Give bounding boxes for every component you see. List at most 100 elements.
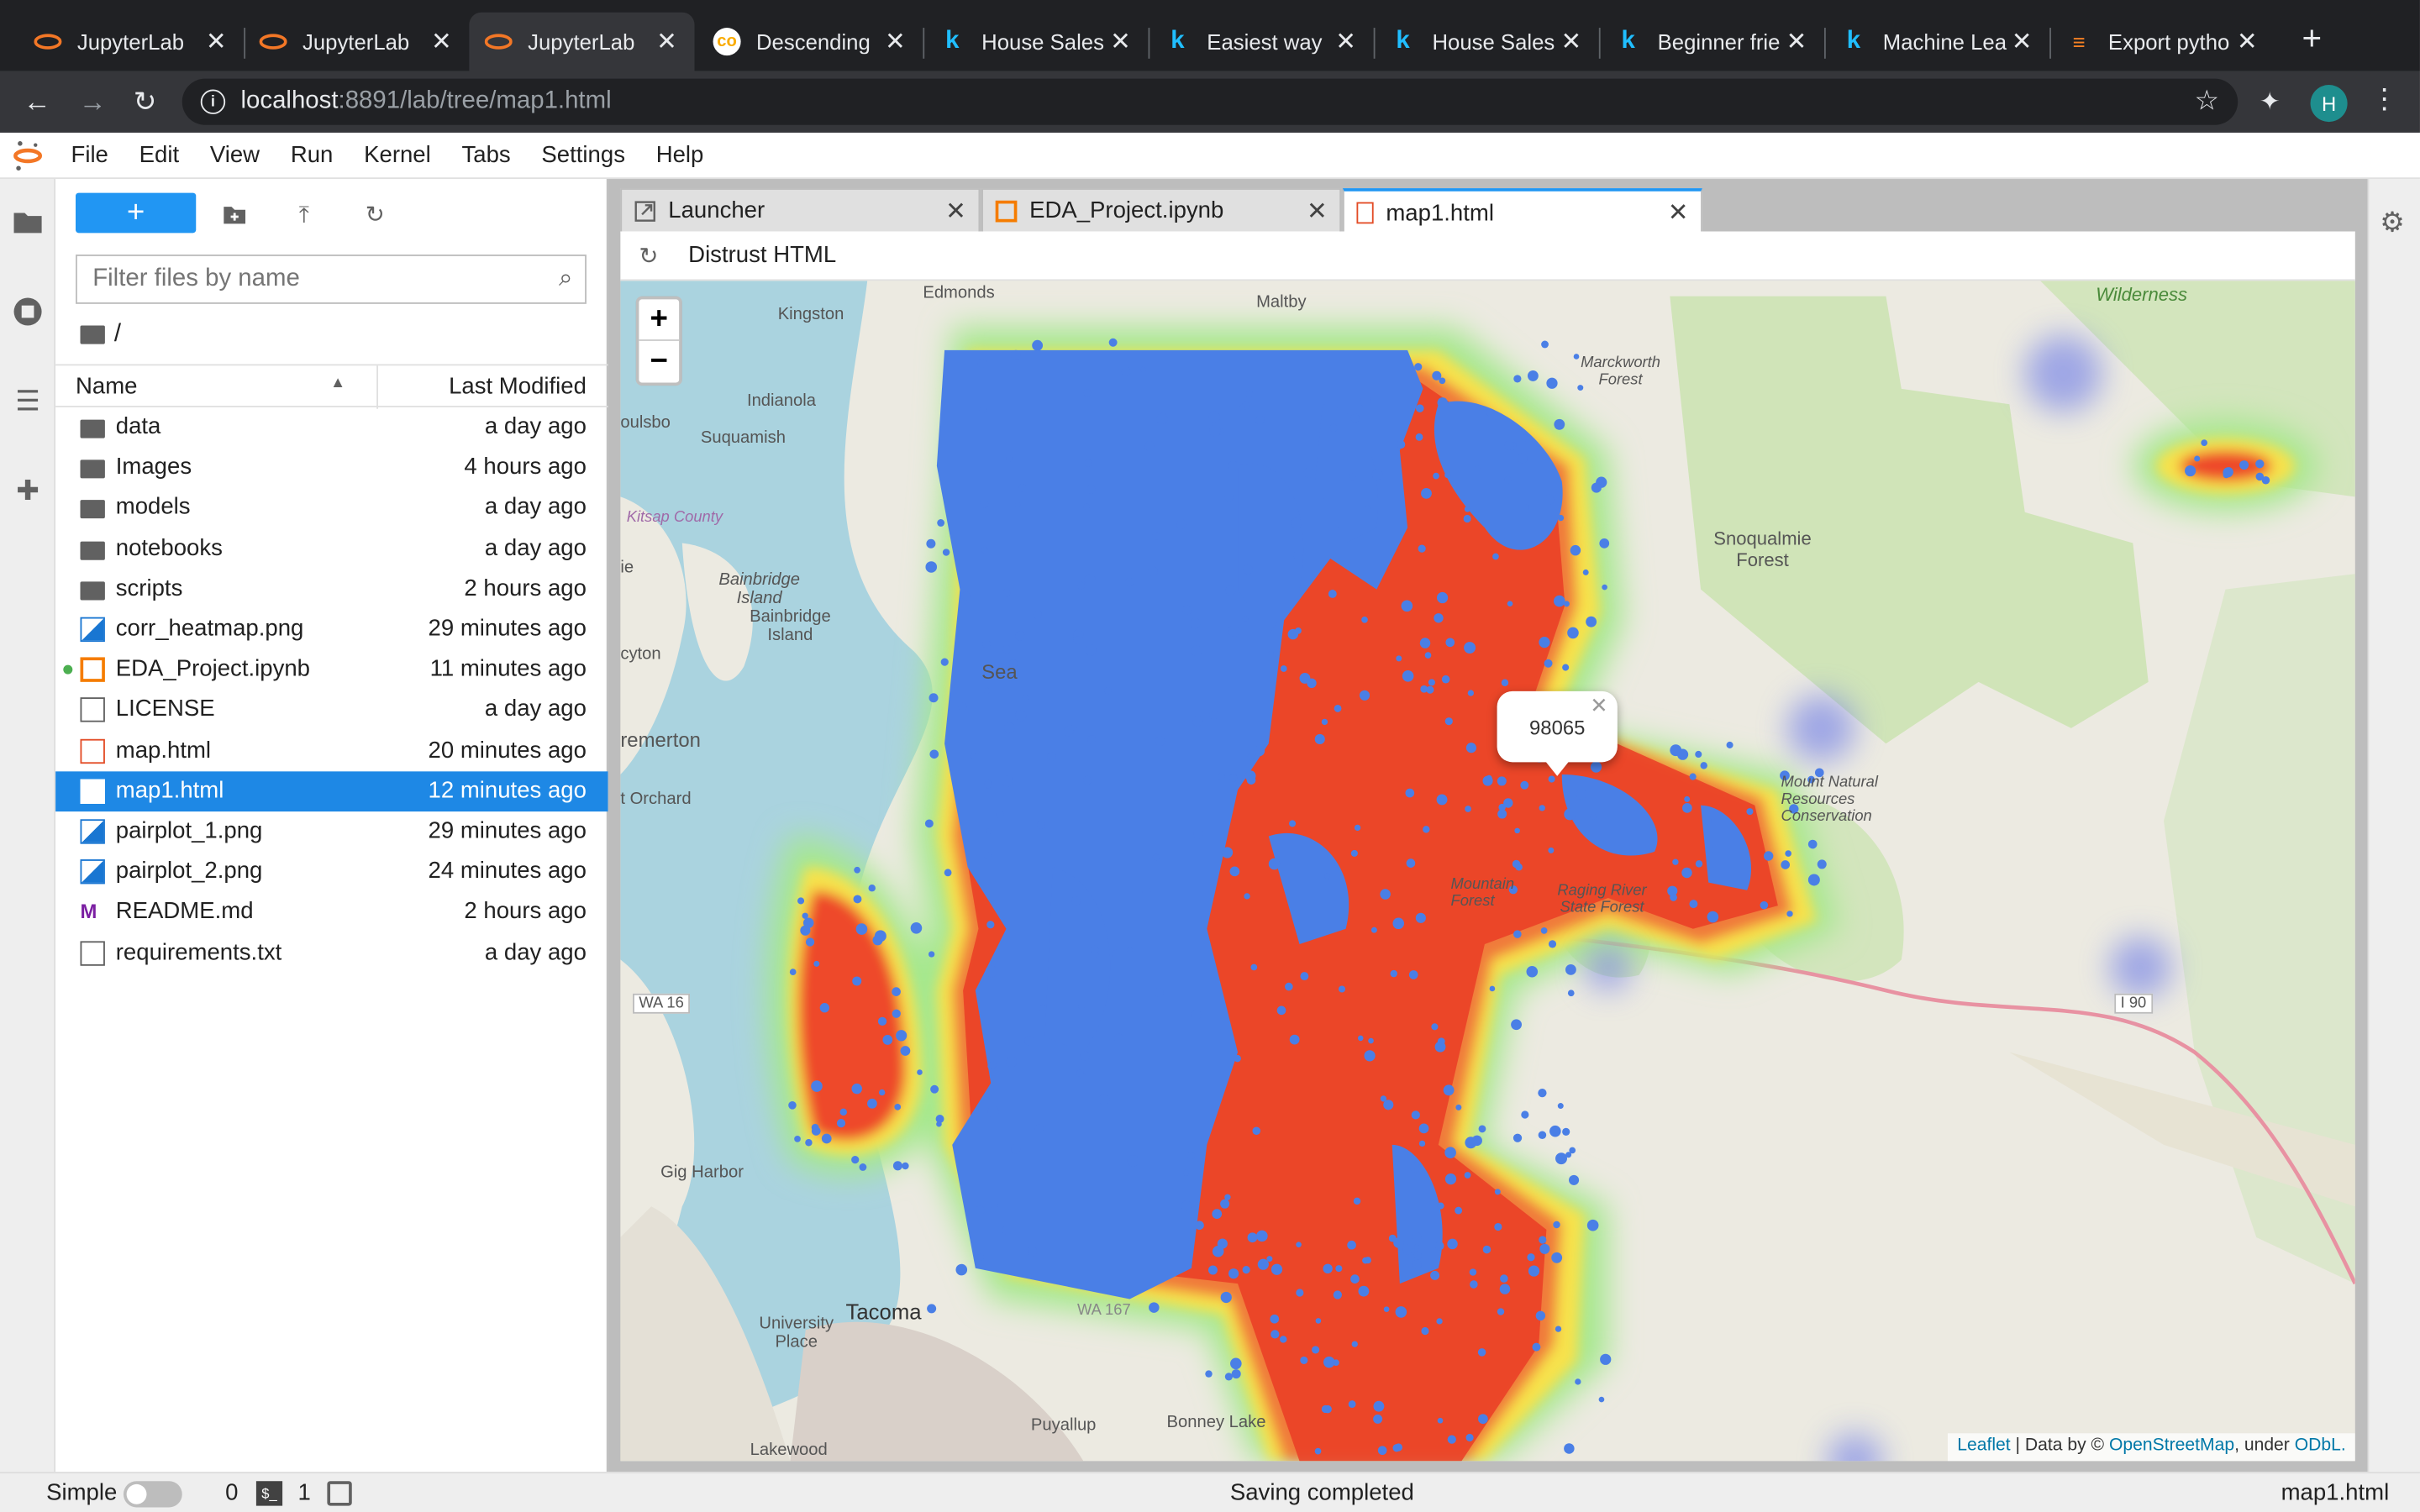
close-icon[interactable]: ✕: [2235, 26, 2260, 57]
file-row[interactable]: corr_heatmap.png 29 minutes ago: [55, 609, 608, 649]
close-icon[interactable]: ✕: [203, 26, 228, 57]
avatar[interactable]: H: [2310, 85, 2348, 123]
column-modified-header[interactable]: Last Modified: [449, 373, 587, 399]
breadcrumb[interactable]: /: [80, 321, 121, 349]
menu-file[interactable]: File: [55, 142, 124, 168]
info-icon[interactable]: i: [200, 89, 226, 114]
close-icon[interactable]: ✕: [1668, 197, 1689, 228]
file-row[interactable]: EDA_Project.ipynb 11 minutes ago: [55, 650, 608, 690]
house-marker: [1335, 1265, 1343, 1273]
leaflet-link[interactable]: Leaflet: [1957, 1436, 2010, 1455]
terminal-icon[interactable]: $_: [255, 1481, 283, 1506]
leaflet-heatmap[interactable]: Edmonds Maltby Wilderness Kingston India…: [620, 281, 2355, 1462]
close-icon[interactable]: ✕: [429, 26, 454, 57]
refresh-icon[interactable]: ↻: [639, 241, 663, 269]
simple-mode-toggle[interactable]: [123, 1481, 182, 1508]
close-icon[interactable]: ✕: [883, 26, 908, 57]
browser-tab[interactable]: co Descending ✕: [697, 13, 923, 71]
house-marker: [1224, 492, 1234, 501]
extension-manager-icon[interactable]: ✚: [9, 472, 46, 509]
file-row[interactable]: pairplot_1.png 29 minutes ago: [55, 811, 608, 852]
file-row[interactable]: map1.html 12 minutes ago: [55, 770, 608, 811]
tab-launcher[interactable]: Launcher ✕: [620, 188, 981, 234]
house-marker: [1591, 482, 1602, 493]
new-folder-icon[interactable]: [221, 201, 249, 228]
house-marker: [1395, 1306, 1407, 1318]
close-icon[interactable]: ✕: [945, 195, 966, 226]
back-arrow-icon[interactable]: ←: [15, 81, 58, 123]
house-marker: [981, 547, 989, 554]
close-icon[interactable]: ✕: [1108, 26, 1133, 57]
close-icon[interactable]: ✕: [1307, 195, 1328, 226]
file-row[interactable]: LICENSE a day ago: [55, 690, 608, 731]
new-tab-button[interactable]: +: [2293, 18, 2330, 61]
menu-edit[interactable]: Edit: [124, 142, 194, 168]
file-row[interactable]: scripts 2 hours ago: [55, 569, 608, 609]
browser-tab[interactable]: JupyterLab ✕: [244, 13, 469, 71]
table-of-contents-icon[interactable]: ☰: [9, 383, 46, 420]
filter-files-input[interactable]: Filter files by name ⌕: [75, 255, 587, 304]
kernel-count[interactable]: 0: [225, 1479, 238, 1505]
browser-tab-active[interactable]: JupyterLab ✕: [469, 12, 695, 71]
menu-view[interactable]: View: [194, 142, 275, 168]
browser-tab[interactable]: k House Sales ✕: [923, 13, 1148, 71]
browser-tab[interactable]: JupyterLab ✕: [18, 13, 244, 71]
refresh-icon[interactable]: ↻: [361, 201, 389, 228]
house-marker: [1127, 1154, 1139, 1167]
notebook-icon: [995, 199, 1018, 222]
house-marker: [1220, 1199, 1230, 1209]
forward-arrow-icon[interactable]: →: [71, 81, 113, 123]
upload-icon[interactable]: ⤒: [290, 201, 318, 228]
file-row[interactable]: notebooks a day ago: [55, 528, 608, 569]
bookmark-star-icon[interactable]: ☆: [2195, 85, 2220, 118]
property-inspector-gear-icon[interactable]: ⚙: [2380, 207, 2405, 239]
osm-link[interactable]: OpenStreetMap: [2109, 1436, 2234, 1455]
terminal-count[interactable]: 1: [297, 1479, 310, 1505]
browser-tab[interactable]: k House Sales ✕: [1374, 13, 1599, 71]
distrust-html-button[interactable]: Distrust HTML: [688, 242, 836, 268]
tab-eda-notebook[interactable]: EDA_Project.ipynb ✕: [981, 188, 1342, 234]
file-row[interactable]: Images 4 hours ago: [55, 448, 608, 488]
file-modified: 12 minutes ago: [428, 777, 587, 804]
odbl-link[interactable]: ODbL.: [2295, 1436, 2346, 1455]
close-icon[interactable]: ✕: [2009, 26, 2033, 57]
house-marker: [1071, 724, 1077, 731]
kernel-chip-icon[interactable]: [327, 1481, 352, 1506]
browser-tab[interactable]: k Beginner frie ✕: [1599, 13, 1824, 71]
zoom-out-button[interactable]: −: [639, 341, 679, 383]
file-modified: a day ago: [484, 494, 587, 521]
browser-tab[interactable]: k Easiest way ✕: [1149, 13, 1374, 71]
close-icon[interactable]: ✕: [655, 26, 679, 57]
folder-icon: [80, 419, 105, 438]
file-row[interactable]: models a day ago: [55, 488, 608, 528]
column-name-header[interactable]: Name: [76, 373, 137, 399]
file-row[interactable]: pairplot_2.png 24 minutes ago: [55, 852, 608, 892]
close-icon[interactable]: ✕: [1784, 26, 1808, 57]
menu-run[interactable]: Run: [275, 142, 348, 168]
menu-settings[interactable]: Settings: [526, 142, 640, 168]
browser-menu-icon[interactable]: ⋮: [2370, 83, 2398, 116]
file-row[interactable]: map.html 20 minutes ago: [55, 731, 608, 771]
menu-kernel[interactable]: Kernel: [349, 142, 446, 168]
address-bar[interactable]: i localhost:8891/lab/tree/map1.html ☆: [182, 78, 2238, 125]
file-row[interactable]: requirements.txt a day ago: [55, 932, 608, 973]
folder-icon[interactable]: [9, 203, 46, 240]
browser-tab[interactable]: k Machine Lea ✕: [1824, 13, 2049, 71]
house-marker: [1028, 1247, 1038, 1257]
browser-tab[interactable]: ≡ Export pytho ✕: [2049, 13, 2275, 71]
zoom-in-button[interactable]: +: [639, 299, 680, 341]
new-launcher-button[interactable]: +: [75, 192, 197, 234]
reload-icon[interactable]: ↻: [124, 81, 166, 123]
close-icon[interactable]: ✕: [1334, 26, 1358, 57]
popup-close-icon[interactable]: ✕: [1590, 693, 1608, 719]
house-marker: [1225, 585, 1236, 596]
running-kernels-icon[interactable]: [9, 293, 46, 330]
menu-tabs[interactable]: Tabs: [446, 142, 526, 168]
menu-help[interactable]: Help: [640, 142, 718, 168]
tab-map1-html[interactable]: map1.html ✕: [1342, 188, 1702, 235]
file-row[interactable]: M README.md 2 hours ago: [55, 892, 608, 932]
sort-ascending-icon[interactable]: ▲: [330, 375, 345, 391]
extensions-puzzle-icon[interactable]: ✦: [2260, 87, 2291, 118]
file-row[interactable]: data a day ago: [55, 407, 608, 448]
close-icon[interactable]: ✕: [1559, 26, 1583, 57]
